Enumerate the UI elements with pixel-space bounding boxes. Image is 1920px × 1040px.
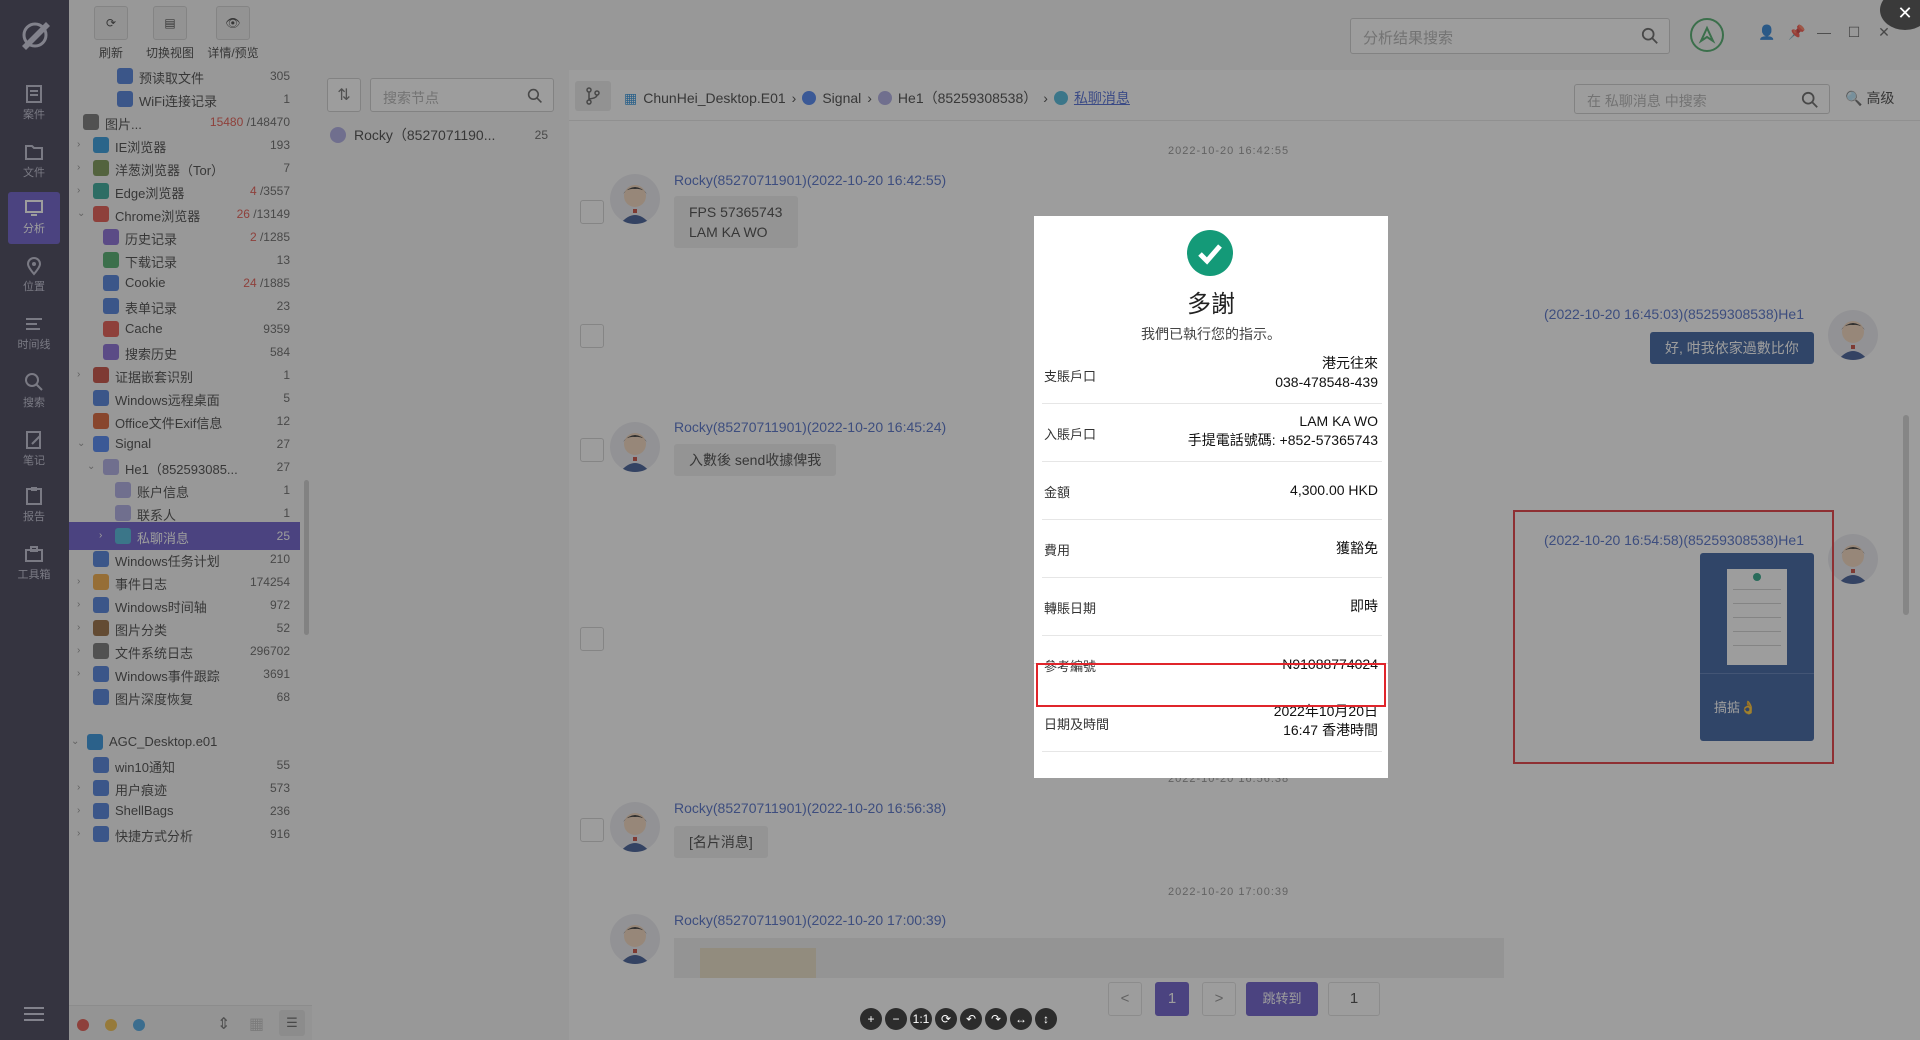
receipt-row-value: 4,300.00 HKD xyxy=(1290,481,1378,500)
receipt-value-line: 港元往來 xyxy=(1322,355,1378,371)
receipt-row-label: 金額 xyxy=(1044,485,1071,500)
reset-icon[interactable]: ⟳ xyxy=(935,1008,957,1030)
receipt-value-line: 16:47 香港時間 xyxy=(1283,722,1378,738)
receipt-value-line: 4,300.00 HKD xyxy=(1290,482,1378,498)
receipt-value-line: LAM KA WO xyxy=(1299,413,1378,429)
receipt-row-label: 入賬戶口 xyxy=(1044,427,1097,442)
image-tools: + − 1:1 ⟳ ↶ ↷ ↔ ↕ xyxy=(860,1008,1060,1030)
receipt-row-label: 費用 xyxy=(1044,543,1071,558)
receipt-row-label: 轉賬日期 xyxy=(1044,601,1097,616)
flip-vertical-icon[interactable]: ↕ xyxy=(1035,1008,1057,1030)
receipt-row-value: LAM KA WO 手提電話號碼: +852-57365743 xyxy=(1188,412,1378,450)
receipt-row-value: 2022年10月20日 16:47 香港時間 xyxy=(1274,702,1378,740)
receipt-row-value: 獲豁免 xyxy=(1336,539,1378,558)
receipt-row: 入賬戶口 LAM KA WO 手提電話號碼: +852-57365743 xyxy=(1042,404,1382,462)
zoom-out-icon[interactable]: − xyxy=(885,1008,907,1030)
receipt-value-line: 獲豁免 xyxy=(1336,540,1378,556)
check-icon xyxy=(1187,230,1233,276)
highlight-box xyxy=(1036,663,1386,707)
receipt-row: 金額 4,300.00 HKD xyxy=(1042,462,1382,520)
actual-size-icon[interactable]: 1:1 xyxy=(910,1008,932,1030)
receipt-row-label: 日期及時間 xyxy=(1044,717,1110,732)
receipt-row: 支賬戶口 港元往來 038-478548-439 xyxy=(1042,346,1382,404)
receipt-row: 費用 獲豁免 xyxy=(1042,520,1382,578)
receipt-row-label: 支賬戶口 xyxy=(1044,369,1097,384)
flip-horizontal-icon[interactable]: ↔ xyxy=(1010,1008,1032,1030)
image-preview-overlay[interactable] xyxy=(0,0,1920,1040)
receipt-value-line: 038-478548-439 xyxy=(1275,374,1378,390)
receipt-image-preview: 多謝 我們已執行您的指示。 支賬戶口 港元往來 038-478548-439 入賬戶口… xyxy=(1034,216,1388,778)
receipt-row-value: 港元往來 038-478548-439 xyxy=(1275,354,1378,392)
rotate-left-icon[interactable]: ↶ xyxy=(960,1008,982,1030)
receipt-value-line: 即時 xyxy=(1350,598,1378,614)
receipt-value-line: 手提電話號碼: +852-57365743 xyxy=(1187,432,1378,448)
rotate-right-icon[interactable]: ↷ xyxy=(985,1008,1007,1030)
zoom-in-icon[interactable]: + xyxy=(860,1008,882,1030)
receipt-title: 多謝 xyxy=(1187,291,1235,318)
receipt-row-value: 即時 xyxy=(1350,597,1378,616)
receipt-subtitle: 我們已執行您的指示。 xyxy=(1141,326,1281,342)
receipt-row: 轉賬日期 即時 xyxy=(1042,578,1382,636)
